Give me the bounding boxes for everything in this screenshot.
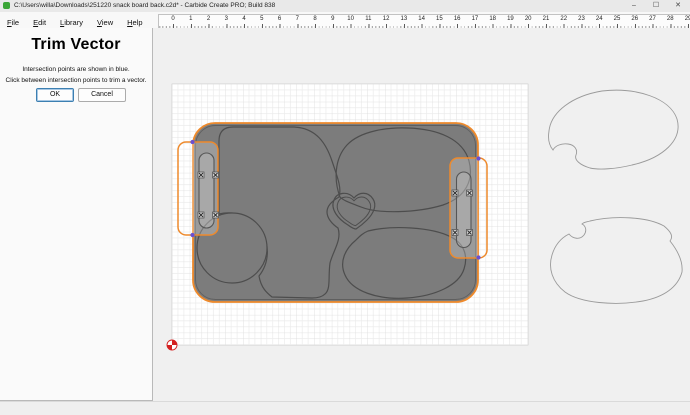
menu-library[interactable]: Library [53,16,90,27]
minimize-icon[interactable]: – [628,0,640,12]
ruler-tick-label: 25 [614,16,621,22]
window-controls: – ☐ ✕ [628,0,688,12]
ruler-tick-label: 27 [649,16,656,22]
app-icon [3,2,10,9]
ruler-tick-label: 29 [685,16,690,22]
menu-help[interactable]: Help [120,16,149,27]
ruler-tick-label: 12 [383,16,390,22]
ruler-tick-label: 8 [313,16,316,22]
menu-edit[interactable]: Edit [26,16,53,27]
window-title: C:\Users\willa\Downloads\251220 snack bo… [14,2,275,9]
origin-marker [167,340,177,350]
ruler-tick-label: 3 [225,16,228,22]
ruler-tick-label: 22 [560,16,567,22]
menu-view[interactable]: View [90,16,120,27]
canvas-svg[interactable] [153,28,690,402]
ruler-horizontal: 0123456789101112131415161718192021222324… [158,14,690,29]
intersection-point[interactable] [190,140,194,144]
ruler-tick-label: 21 [543,16,550,22]
ruler-tick-label: 19 [507,16,514,22]
menu-file[interactable]: File [0,16,26,27]
ruler-tick-label: 2 [207,16,210,22]
ruler-tick-label: 28 [667,16,674,22]
handle-right-slot [457,172,472,248]
instruction-line-1: Intersection points are shown in blue. [0,66,152,73]
cancel-button[interactable]: Cancel [78,88,126,102]
intersection-point[interactable] [190,233,194,237]
ruler-tick-label: 10 [347,16,354,22]
ruler-tick-label: 9 [331,16,334,22]
outside-shape-top[interactable] [548,90,678,169]
intersection-point[interactable] [476,255,480,259]
ruler-tick-label: 24 [596,16,603,22]
close-icon[interactable]: ✕ [672,0,684,12]
ruler-tick-label: 1 [189,16,192,22]
status-bar [0,401,690,415]
trim-vector-panel: Trim Vector Intersection points are show… [0,28,153,401]
ruler-tick-label: 26 [631,16,638,22]
ruler-tick-label: 15 [436,16,443,22]
ruler-tick-label: 18 [489,16,496,22]
ruler-tick-label: 16 [454,16,461,22]
design-canvas[interactable] [153,28,690,402]
ruler-tick-label: 11 [365,16,371,22]
ruler-tick-label: 5 [260,16,263,22]
outside-shape-bottom[interactable] [551,218,683,304]
ruler-tick-label: 23 [578,16,585,22]
ruler-tick-label: 17 [472,16,479,22]
ruler-tick-label: 7 [296,16,299,22]
ruler-tick-label: 13 [401,16,408,22]
ruler-tick-label: 20 [525,16,532,22]
ruler-tick-label: 6 [278,16,281,22]
panel-title: Trim Vector [0,36,152,54]
maximize-icon[interactable]: ☐ [650,0,662,12]
ruler-tick-label: 14 [418,16,425,22]
ok-button[interactable]: OK [36,88,74,102]
intersection-point[interactable] [476,156,480,160]
ruler-tick-label: 0 [171,16,174,22]
ruler-tick-label: 4 [242,16,245,22]
instruction-line-2: Click between intersection points to tri… [0,77,152,84]
